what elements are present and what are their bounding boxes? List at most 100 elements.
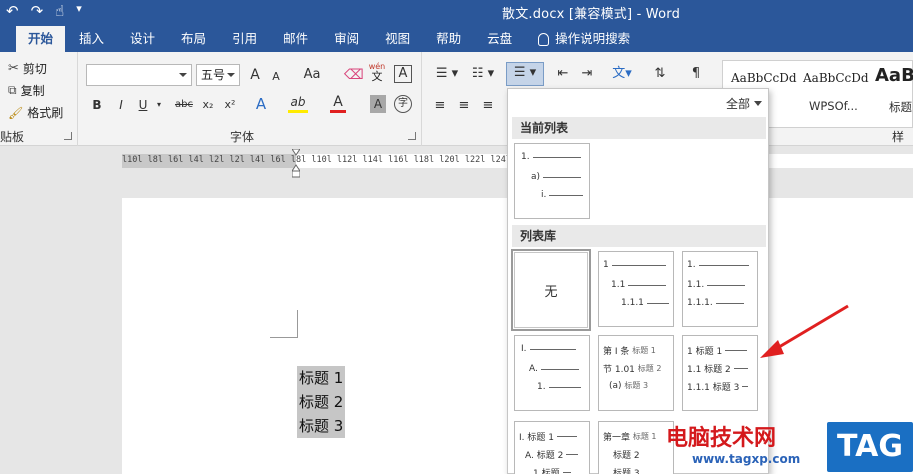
tab-references[interactable]: 引用: [220, 26, 269, 52]
thumb-level-3: i.: [541, 190, 547, 200]
thumb-level-3: 1.1.1.: [687, 298, 713, 308]
style-heading-label: 标题: [889, 100, 912, 114]
filter-all-dropdown[interactable]: 全部: [726, 95, 762, 112]
current-list-thumb[interactable]: 1. a) i.: [514, 143, 590, 219]
chevron-down-icon[interactable]: ▾: [154, 95, 164, 115]
thumb-level-3: 1.: [537, 382, 546, 392]
sort-icon[interactable]: ⇅: [652, 64, 668, 84]
numbering-button[interactable]: ☷ ▾: [468, 64, 498, 84]
heading-line-1[interactable]: 标题 1: [297, 366, 346, 390]
thumb-level-1: 第一章: [603, 433, 631, 443]
shrink-font-button[interactable]: A: [268, 67, 284, 87]
bullets-button[interactable]: ☰ ▾: [432, 64, 462, 84]
tell-me-label: 操作说明搜索: [555, 31, 631, 46]
copy-button[interactable]: ⧉ 复制: [8, 82, 45, 99]
tab-view[interactable]: 视图: [373, 26, 422, 52]
format-painter-label: 格式刷: [27, 106, 64, 120]
align-left-icon[interactable]: ≡: [432, 96, 448, 116]
thumb-level-1: I.: [521, 344, 527, 354]
list-article-section-thumb[interactable]: 第 I 条 标题 1 节 1.01 标题 2 (a) 标题 3: [598, 335, 674, 411]
list-chapter-thumb[interactable]: 第一章 标题 1 标题 2 标题 3: [598, 421, 674, 474]
clear-formatting-icon[interactable]: ⌫: [344, 65, 364, 85]
list-roman-heading-thumb[interactable]: I. 标题 1 A. 标题 2 1 标题: [514, 421, 590, 474]
phonetic-guide-bottom: 文: [371, 70, 383, 83]
cut-button[interactable]: ✂ 剪切: [8, 60, 47, 77]
copy-label: 复制: [20, 84, 45, 98]
tab-help[interactable]: 帮助: [424, 26, 473, 52]
strikethrough-button[interactable]: abc: [172, 95, 196, 115]
tab-insert[interactable]: 插入: [67, 26, 116, 52]
tab-design[interactable]: 设计: [118, 26, 167, 52]
thumb-level-2: A.: [529, 364, 538, 374]
style-wps-office[interactable]: AaBbCcDd: [803, 71, 869, 85]
tab-layout[interactable]: 布局: [169, 26, 218, 52]
indent-marker-icon[interactable]: [292, 149, 300, 179]
font-group-label: 字体: [230, 130, 255, 144]
style-heading[interactable]: AaBb: [875, 65, 913, 86]
customize-qat-icon[interactable]: ▾: [76, 2, 82, 20]
increase-indent-button[interactable]: ⇥: [578, 64, 596, 84]
site-watermark: 电脑技术网 www.tagxp.com TAG: [666, 420, 913, 474]
list-heading-numbered-thumb[interactable]: 1 标题 1 1.1 标题 2 1.1.1 标题 3: [682, 335, 758, 411]
text-effects-button[interactable]: A: [252, 94, 270, 114]
font-launcher-icon[interactable]: [408, 132, 416, 140]
font-name-combo[interactable]: [86, 64, 192, 86]
thumb-level-2: 1.1: [611, 280, 626, 290]
heading-line-2[interactable]: 标题 2: [297, 390, 346, 414]
undo-icon[interactable]: ↶: [6, 2, 19, 20]
character-border-button[interactable]: A: [394, 65, 412, 83]
redo-icon[interactable]: ↷: [31, 2, 44, 20]
tab-mailings[interactable]: 邮件: [271, 26, 320, 52]
phonetic-guide-button[interactable]: wén 文: [368, 62, 386, 82]
thumb-level-1: 1.: [687, 260, 696, 270]
filter-all-label: 全部: [725, 97, 750, 111]
clipboard-launcher-icon[interactable]: [64, 132, 72, 140]
italic-button[interactable]: I: [114, 95, 128, 115]
list-roman-thumb[interactable]: I. A. 1.: [514, 335, 590, 411]
touch-mode-icon[interactable]: ☝: [55, 2, 64, 20]
heading-line-3[interactable]: 标题 3: [297, 414, 346, 438]
change-case-button[interactable]: Aa: [300, 65, 324, 85]
align-right-icon[interactable]: ≡: [480, 96, 496, 116]
list-numbered-thumb[interactable]: 1 1.1 1.1.1: [598, 251, 674, 327]
tab-home[interactable]: 开始: [16, 26, 66, 52]
character-shading-button[interactable]: A: [370, 95, 386, 113]
highlight-button[interactable]: ab: [288, 94, 308, 113]
copy-icon: ⧉: [8, 83, 17, 97]
thumb-level-2: a): [531, 172, 541, 182]
asian-layout-icon[interactable]: 文▾: [608, 64, 636, 84]
font-color-button[interactable]: A: [330, 94, 346, 113]
superscript-button[interactable]: x²: [222, 95, 238, 115]
list-none-thumb[interactable]: 无: [511, 249, 591, 331]
grow-font-button[interactable]: A: [246, 65, 264, 85]
show-marks-icon[interactable]: ¶: [688, 64, 704, 84]
bold-button[interactable]: B: [90, 95, 104, 115]
watermark-url: www.tagxp.com: [692, 452, 801, 466]
thumb-level-2-caption: 标题 2: [637, 364, 662, 373]
subscript-button[interactable]: x₂: [200, 95, 216, 115]
thumb-level-2: A. 标题 2: [525, 451, 564, 461]
list-dotted-numbered-thumb[interactable]: 1. 1.1. 1.1.1.: [682, 251, 758, 327]
tab-review[interactable]: 审阅: [322, 26, 371, 52]
align-center-icon[interactable]: ≡: [456, 96, 472, 116]
thumb-level-2: 节 1.01: [603, 365, 635, 375]
tell-me-search[interactable]: 操作说明搜索: [526, 26, 642, 52]
multilevel-list-dropdown: 全部 当前列表 1. a) i. 列表库 无 1 1.1 1.1.1 1. 1.…: [507, 88, 769, 474]
title-bar: ↶ ↷ ☝ ▾ 散文.docx [兼容模式] - Word: [0, 0, 913, 24]
window-title: 散文.docx [兼容模式] - Word: [502, 7, 681, 22]
scissors-icon: ✂: [8, 61, 19, 76]
margin-corner-mark: [270, 310, 298, 338]
multilevel-list-button[interactable]: ☰ ▾: [506, 62, 544, 86]
font-size-combo[interactable]: 五号: [196, 64, 240, 86]
thumb-level-3: 1.1.1 标题 3: [687, 383, 740, 393]
ribbon-tabs: 开始 插入 设计 布局 引用 邮件 审阅 视图 帮助 云盘 操作说明搜索: [0, 24, 913, 52]
enclose-characters-button[interactable]: 字: [394, 95, 412, 113]
annotation-arrow-icon: [760, 304, 849, 358]
watermark-site-name: 电脑技术网: [666, 426, 777, 451]
style-normal[interactable]: AaBbCcDd: [731, 71, 797, 85]
format-painter-button[interactable]: 🖌 格式刷: [8, 104, 63, 121]
current-list-header: 当前列表: [512, 117, 766, 139]
tab-cloud[interactable]: 云盘: [475, 26, 524, 52]
underline-button[interactable]: U: [136, 95, 150, 115]
decrease-indent-button[interactable]: ⇤: [554, 64, 572, 84]
